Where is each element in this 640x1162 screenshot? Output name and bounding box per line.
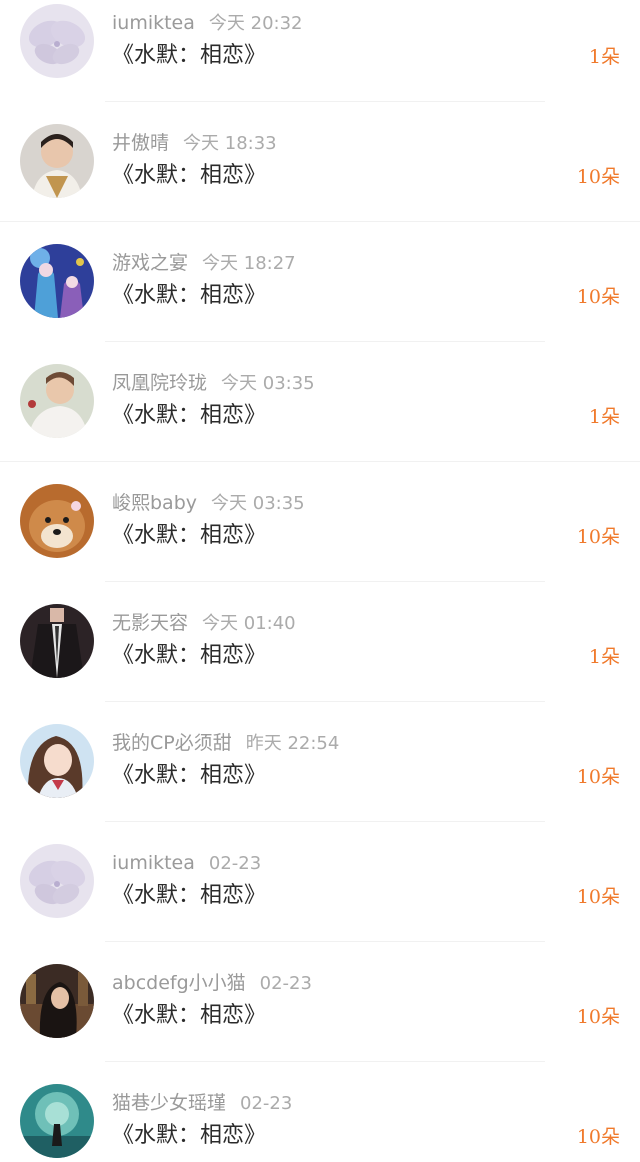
avatar[interactable]: [20, 484, 94, 558]
item-title[interactable]: 《水默：相恋》: [112, 520, 266, 552]
item-title[interactable]: 《水默：相恋》: [112, 40, 266, 72]
list-item[interactable]: 游戏之宴 今天 18:27 《水默：相恋》 10朵: [0, 240, 640, 360]
flower-count: 10朵: [576, 526, 620, 548]
username[interactable]: iumiktea: [112, 852, 195, 874]
item-title[interactable]: 《水默：相恋》: [112, 880, 266, 912]
username[interactable]: 猫巷少女瑶瑾: [112, 1092, 226, 1114]
list-item[interactable]: 峻熙baby 今天 03:35 《水默：相恋》 10朵: [0, 480, 640, 600]
timestamp: 今天 18:27: [202, 253, 296, 274]
flower-count: 1朵: [588, 46, 620, 68]
list-item[interactable]: iumiktea 今天 20:32 《水默：相恋》 1朵: [0, 0, 640, 120]
timestamp: 昨天 22:54: [245, 733, 340, 754]
item-meta: iumiktea 02-23: [112, 850, 261, 876]
list-item[interactable]: iumiktea 02-23 《水默：相恋》 10朵: [0, 840, 640, 960]
item-title[interactable]: 《水默：相恋》: [112, 1120, 266, 1152]
flower-count: 1朵: [588, 406, 620, 428]
divider: [105, 821, 545, 822]
avatar[interactable]: [20, 244, 94, 318]
avatar[interactable]: [20, 724, 94, 798]
list-item[interactable]: 猫巷少女瑶瑾 02-23 《水默：相恋》 10朵: [0, 1080, 640, 1162]
item-title[interactable]: 《水默：相恋》: [112, 760, 266, 792]
divider: [105, 1061, 545, 1062]
timestamp: 今天 20:32: [208, 13, 303, 34]
item-meta: 游戏之宴 今天 18:27: [112, 250, 296, 276]
timestamp: 02-23: [240, 1093, 293, 1114]
item-meta: 井傲晴 今天 18:33: [112, 130, 277, 156]
username[interactable]: 凤凰院玲珑: [112, 372, 207, 394]
list-item[interactable]: 凤凰院玲珑 今天 03:35 《水默：相恋》 1朵: [0, 360, 640, 480]
item-meta: 凤凰院玲珑 今天 03:35: [112, 370, 315, 396]
flower-count: 10朵: [576, 766, 620, 788]
username[interactable]: 我的CP必须甜: [112, 732, 232, 754]
timestamp: 今天 03:35: [211, 493, 305, 514]
username[interactable]: abcdefg小小猫: [112, 972, 246, 994]
item-title[interactable]: 《水默：相恋》: [112, 400, 266, 432]
username[interactable]: 峻熙baby: [112, 492, 197, 514]
avatar[interactable]: [20, 964, 94, 1038]
flower-count: 10朵: [576, 286, 620, 308]
list-item[interactable]: 井傲晴 今天 18:33 《水默：相恋》 10朵: [0, 120, 640, 240]
gift-record-list: iumiktea 今天 20:32 《水默：相恋》 1朵 井傲晴 今天 18:33 …: [0, 0, 640, 1162]
flower-count: 10朵: [576, 1126, 620, 1148]
timestamp: 今天 03:35: [221, 373, 315, 394]
timestamp: 今天 18:33: [183, 133, 277, 154]
timestamp: 02-23: [259, 973, 312, 994]
item-meta: iumiktea 今天 20:32: [112, 10, 303, 36]
avatar[interactable]: [20, 364, 94, 438]
divider: [105, 101, 545, 102]
item-title[interactable]: 《水默：相恋》: [112, 640, 266, 672]
item-meta: abcdefg小小猫 02-23: [112, 970, 312, 996]
avatar[interactable]: [20, 4, 94, 78]
list-item[interactable]: 我的CP必须甜 昨天 22:54 《水默：相恋》 10朵: [0, 720, 640, 840]
item-title[interactable]: 《水默：相恋》: [112, 280, 266, 312]
item-meta: 峻熙baby 今天 03:35: [112, 490, 305, 516]
flower-count: 10朵: [576, 886, 620, 908]
list-item[interactable]: abcdefg小小猫 02-23 《水默：相恋》 10朵: [0, 960, 640, 1080]
divider: [105, 581, 545, 582]
divider: [105, 941, 545, 942]
avatar[interactable]: [20, 124, 94, 198]
item-title[interactable]: 《水默：相恋》: [112, 1000, 266, 1032]
divider: [105, 701, 545, 702]
username[interactable]: 井傲晴: [112, 132, 169, 154]
avatar[interactable]: [20, 1084, 94, 1158]
avatar[interactable]: [20, 604, 94, 678]
username[interactable]: 无影天容: [112, 612, 188, 634]
item-title[interactable]: 《水默：相恋》: [112, 160, 266, 192]
item-meta: 我的CP必须甜 昨天 22:54: [112, 730, 339, 756]
flower-count: 1朵: [588, 646, 620, 668]
divider: [105, 341, 545, 342]
divider: [0, 221, 640, 222]
list-item[interactable]: 无影天容 今天 01:40 《水默：相恋》 1朵: [0, 600, 640, 720]
divider: [0, 461, 640, 462]
username[interactable]: iumiktea: [112, 12, 195, 34]
item-meta: 猫巷少女瑶瑾 02-23: [112, 1090, 292, 1116]
timestamp: 02-23: [208, 853, 262, 874]
item-meta: 无影天容 今天 01:40: [112, 610, 296, 636]
flower-count: 10朵: [576, 1006, 620, 1028]
timestamp: 今天 01:40: [202, 613, 296, 634]
flower-count: 10朵: [576, 166, 620, 188]
avatar[interactable]: [20, 844, 94, 918]
username[interactable]: 游戏之宴: [112, 252, 188, 274]
